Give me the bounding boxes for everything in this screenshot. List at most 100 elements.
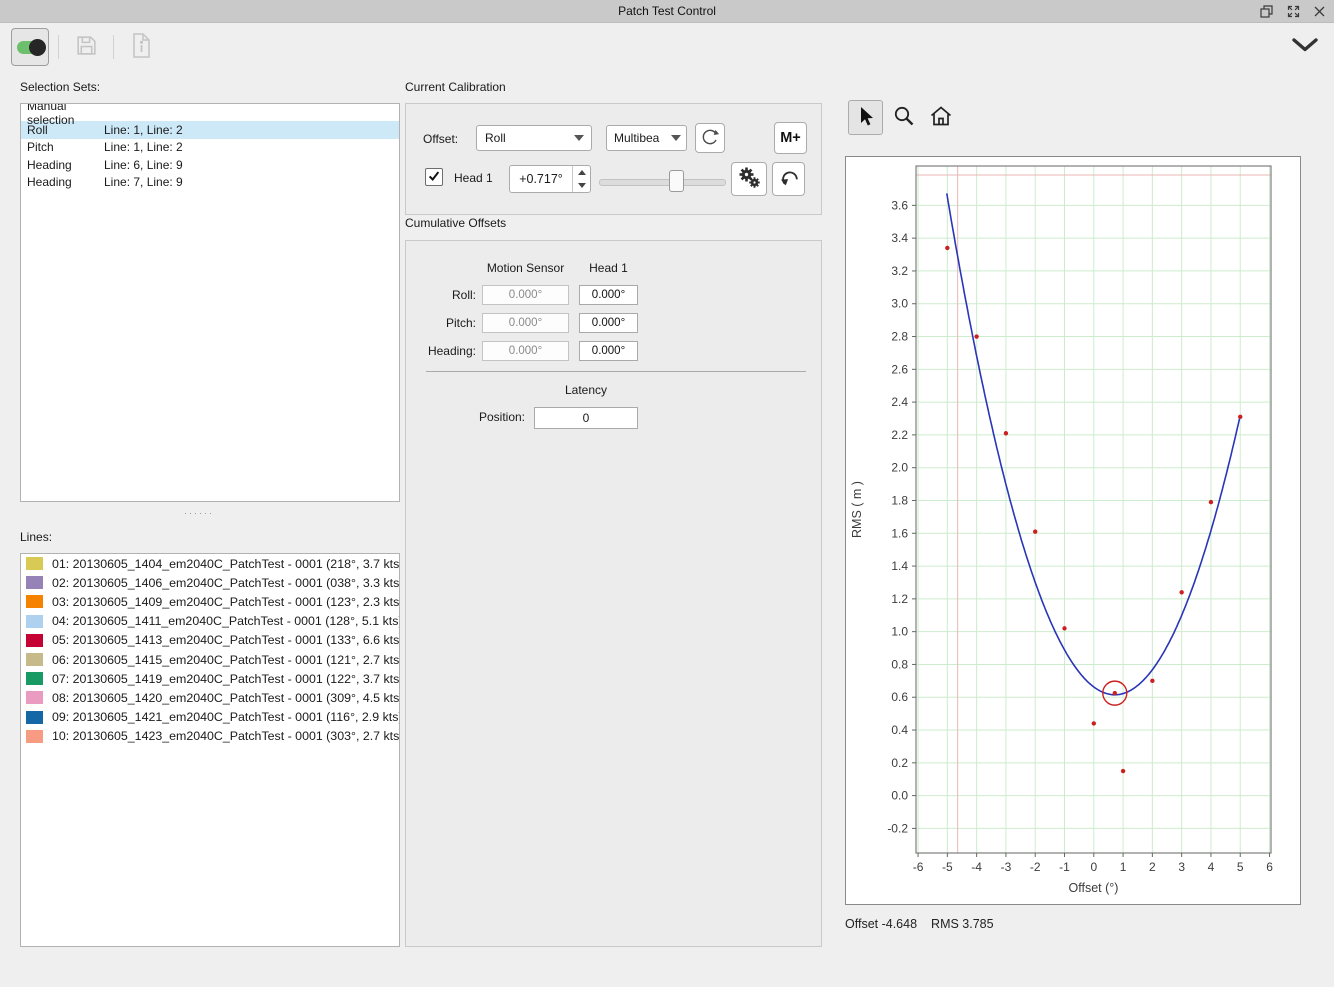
- sonar-dropdown[interactable]: Multibea: [606, 125, 687, 151]
- offset-spinner-value: +0.717°: [510, 166, 572, 192]
- undo-button[interactable]: [772, 162, 805, 196]
- check-icon: [427, 169, 441, 186]
- motion-sensor-field[interactable]: 0.000°: [482, 285, 569, 305]
- line-color-swatch: [26, 711, 43, 724]
- latency-title: Latency: [406, 383, 766, 397]
- line-item[interactable]: 04: 20130605_1411_em2040C_PatchTest - 00…: [21, 612, 399, 631]
- head1-column-label: Head 1: [579, 261, 638, 275]
- rms-chart[interactable]: -6-5-4-3-2-10123456-0.20.00.20.40.60.81.…: [846, 157, 1300, 904]
- line-color-swatch: [26, 595, 43, 608]
- head1-label: Head 1: [454, 171, 493, 185]
- chart-readout: Offset -4.648 RMS 3.785: [845, 917, 994, 931]
- patch-test-control-window: Patch Test Control: [0, 0, 1334, 987]
- selection-set-row[interactable]: RollLine: 1, Line: 2: [21, 121, 399, 138]
- svg-text:0.2: 0.2: [891, 756, 908, 770]
- line-item-label: 07: 20130605_1419_em2040C_PatchTest - 00…: [52, 672, 400, 686]
- cumulative-rows: Roll:0.000°0.000°Pitch:0.000°0.000°Headi…: [406, 285, 821, 369]
- cumulative-offset-row: Pitch: 0.000° 0.000°: [406, 313, 821, 333]
- head1-checkbox[interactable]: [425, 168, 443, 186]
- cumulative-row-label: Roll:: [406, 288, 476, 302]
- offset-type-dropdown[interactable]: Roll: [476, 125, 592, 151]
- settings-button[interactable]: [731, 162, 767, 196]
- zoom-tool-button[interactable]: [887, 101, 920, 134]
- selection-set-row[interactable]: HeadingLine: 6, Line: 9: [21, 156, 399, 173]
- latency-divider: [426, 371, 806, 372]
- line-item[interactable]: 10: 20130605_1423_em2040C_PatchTest - 00…: [21, 727, 399, 746]
- splitter-handle[interactable]: ······: [0, 508, 398, 518]
- svg-text:3.2: 3.2: [891, 264, 908, 278]
- cumulative-row-label: Pitch:: [406, 316, 476, 330]
- selection-set-lines: Line: 1, Line: 2: [104, 123, 183, 137]
- line-item[interactable]: 08: 20130605_1420_em2040C_PatchTest - 00…: [21, 688, 399, 707]
- collapse-panel-button[interactable]: [1290, 36, 1320, 56]
- selection-set-row[interactable]: Manual selection: [21, 104, 399, 121]
- line-item[interactable]: 01: 20130605_1404_em2040C_PatchTest - 00…: [21, 554, 399, 573]
- close-icon[interactable]: [1313, 5, 1326, 18]
- line-item[interactable]: 02: 20130605_1406_em2040C_PatchTest - 00…: [21, 573, 399, 592]
- motion-sensor-field[interactable]: 0.000°: [482, 313, 569, 333]
- toggle-control-button[interactable]: [11, 28, 49, 66]
- line-item[interactable]: 03: 20130605_1409_em2040C_PatchTest - 00…: [21, 592, 399, 611]
- memory-add-button[interactable]: M+: [774, 122, 807, 154]
- head1-field[interactable]: 0.000°: [579, 341, 638, 361]
- line-color-swatch: [26, 634, 43, 647]
- window-title: Patch Test Control: [0, 0, 1334, 22]
- save-button[interactable]: [68, 29, 104, 65]
- rms-chart-panel[interactable]: -6-5-4-3-2-10123456-0.20.00.20.40.60.81.…: [845, 156, 1301, 905]
- latency-position-field[interactable]: 0: [534, 407, 638, 429]
- maximize-icon[interactable]: [1286, 4, 1301, 19]
- selection-set-name: Heading: [27, 158, 104, 172]
- line-item[interactable]: 07: 20130605_1419_em2040C_PatchTest - 00…: [21, 669, 399, 688]
- cumulative-offset-row: Roll: 0.000° 0.000°: [406, 285, 821, 305]
- spinner-up-button[interactable]: [573, 166, 590, 179]
- svg-text:2: 2: [1149, 860, 1156, 874]
- current-calibration-title: Current Calibration: [405, 80, 506, 94]
- home-icon: [929, 105, 953, 130]
- refresh-icon: [700, 127, 720, 150]
- svg-text:3.4: 3.4: [891, 231, 908, 245]
- float-icon[interactable]: [1259, 4, 1274, 19]
- info-document-icon: [130, 32, 153, 62]
- slider-handle[interactable]: [669, 170, 684, 192]
- offset-label: Offset:: [423, 132, 458, 146]
- selection-sets-label: Selection Sets:: [20, 80, 100, 94]
- offset-value-spinner[interactable]: +0.717°: [509, 165, 591, 193]
- home-tool-button[interactable]: [924, 101, 957, 134]
- selection-set-row[interactable]: PitchLine: 1, Line: 2: [21, 139, 399, 156]
- line-item-label: 08: 20130605_1420_em2040C_PatchTest - 00…: [52, 691, 400, 705]
- chevron-down-icon: [671, 135, 681, 141]
- chevron-down-icon: [1292, 38, 1318, 55]
- offset-slider[interactable]: [599, 170, 726, 192]
- line-item[interactable]: 06: 20130605_1415_em2040C_PatchTest - 00…: [21, 650, 399, 669]
- selection-set-row[interactable]: HeadingLine: 7, Line: 9: [21, 173, 399, 190]
- spinner-down-button[interactable]: [573, 179, 590, 192]
- lines-list[interactable]: 01: 20130605_1404_em2040C_PatchTest - 00…: [20, 553, 400, 947]
- titlebar: Patch Test Control: [0, 0, 1334, 23]
- info-button[interactable]: [123, 29, 159, 65]
- svg-text:RMS ( m ): RMS ( m ): [850, 481, 864, 538]
- selection-set-name: Pitch: [27, 140, 104, 154]
- svg-text:-5: -5: [942, 860, 953, 874]
- svg-text:-6: -6: [913, 860, 924, 874]
- selection-sets-list[interactable]: Manual selectionRollLine: 1, Line: 2Pitc…: [20, 103, 400, 502]
- cumulative-offsets-group: Motion Sensor Head 1 Roll:0.000°0.000°Pi…: [405, 240, 822, 947]
- line-item[interactable]: 09: 20130605_1421_em2040C_PatchTest - 00…: [21, 708, 399, 727]
- svg-text:0.8: 0.8: [891, 657, 908, 671]
- rms-readout: RMS 3.785: [931, 917, 994, 931]
- svg-text:3: 3: [1178, 860, 1185, 874]
- motion-sensor-field[interactable]: 0.000°: [482, 341, 569, 361]
- head1-field[interactable]: 0.000°: [579, 285, 638, 305]
- selection-set-name: Heading: [27, 175, 104, 189]
- line-item[interactable]: 05: 20130605_1413_em2040C_PatchTest - 00…: [21, 631, 399, 650]
- sonar-value: Multibea: [607, 131, 669, 145]
- svg-text:Offset (°): Offset (°): [1069, 881, 1119, 895]
- m-plus-label: M+: [780, 130, 801, 146]
- line-item-label: 04: 20130605_1411_em2040C_PatchTest - 00…: [52, 614, 400, 628]
- refresh-button[interactable]: [695, 123, 725, 153]
- head1-field[interactable]: 0.000°: [579, 313, 638, 333]
- current-calibration-group: Offset: Roll Multibea M+ Head 1 +0.717°: [405, 103, 822, 215]
- line-item-label: 03: 20130605_1409_em2040C_PatchTest - 00…: [52, 595, 400, 609]
- latency-position-label: Position:: [406, 410, 525, 424]
- line-color-swatch: [26, 557, 43, 570]
- pointer-tool-button[interactable]: [848, 100, 883, 135]
